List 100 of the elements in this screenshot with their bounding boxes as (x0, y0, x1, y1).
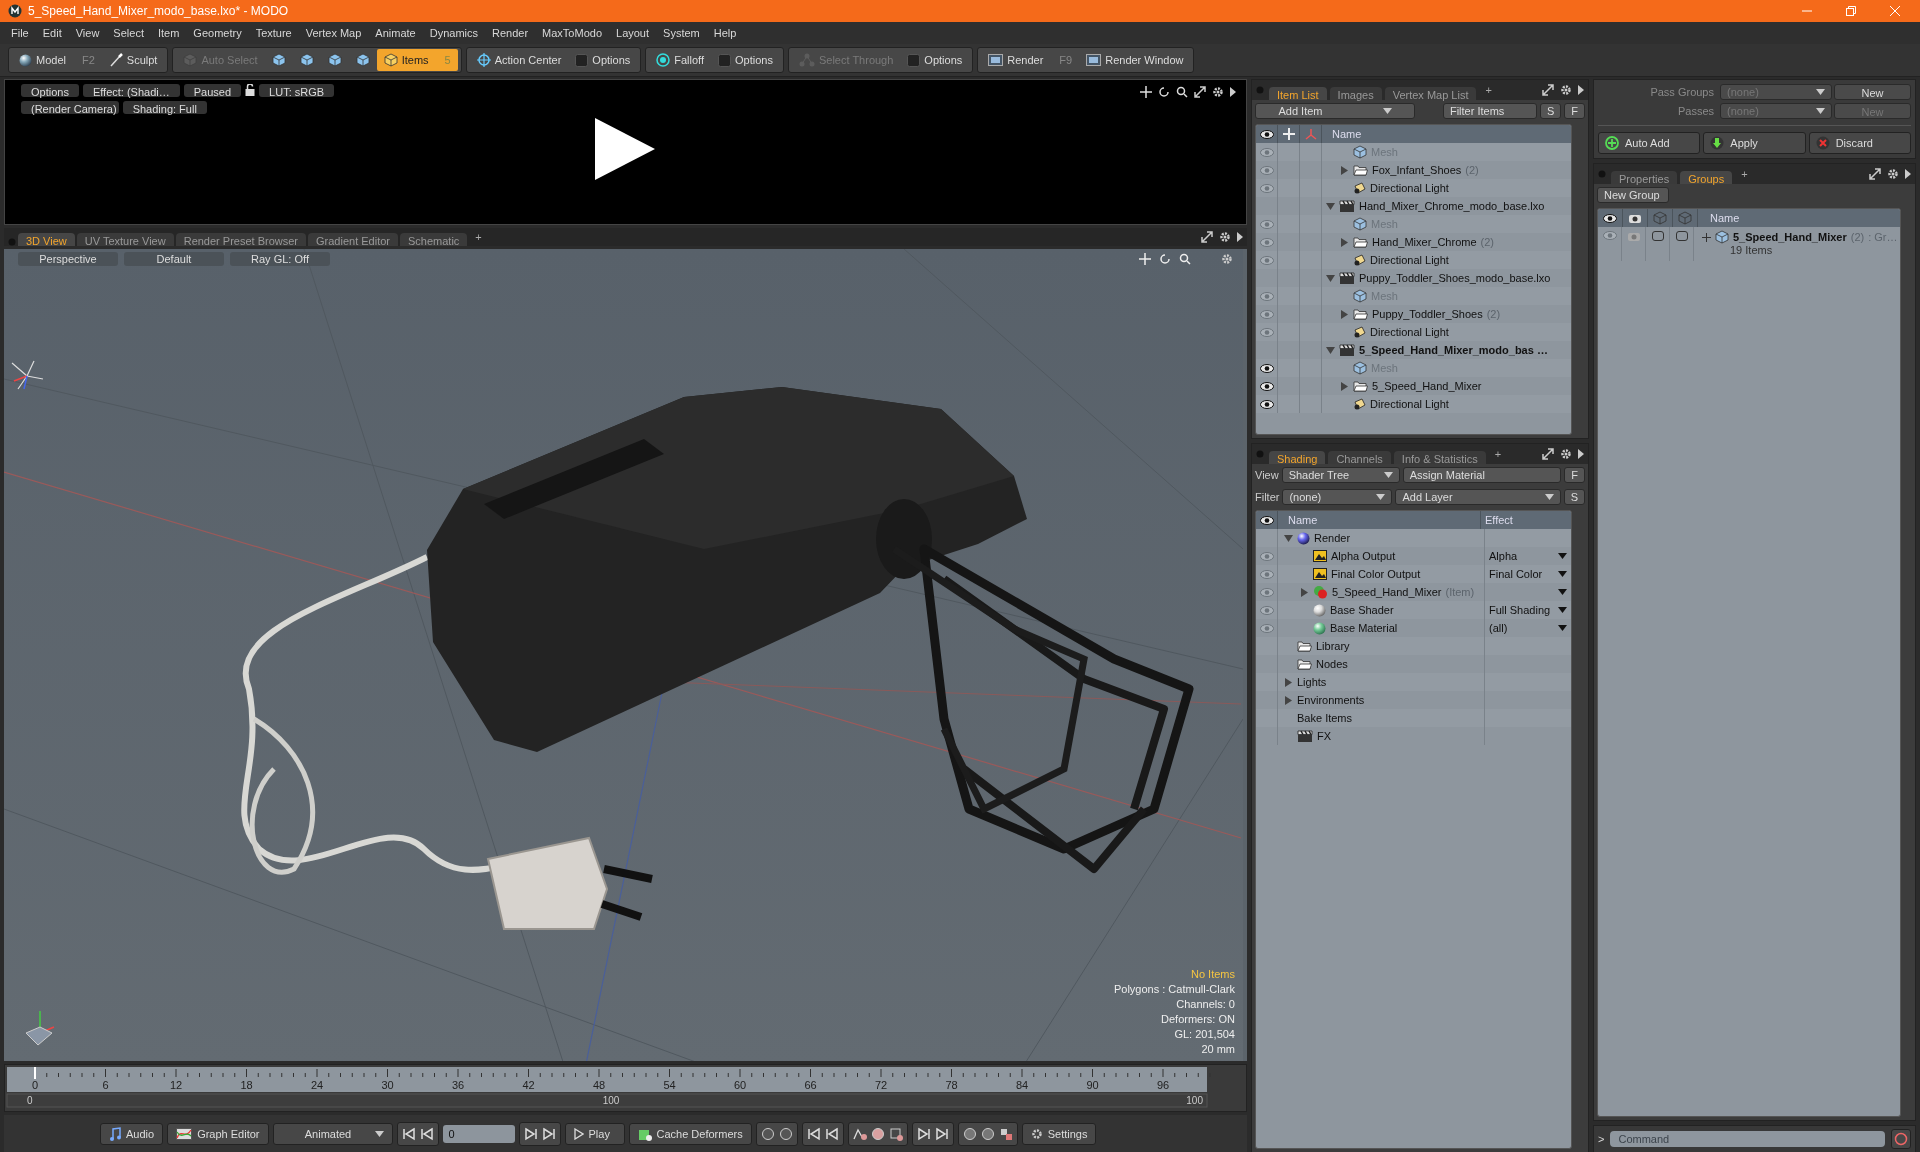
settings-icon[interactable] (1887, 168, 1899, 180)
panel-tab[interactable]: Info & Statistics (1393, 451, 1486, 464)
expand-arrow-icon[interactable] (1340, 381, 1349, 391)
collapse-arrow-icon[interactable] (1326, 201, 1335, 211)
settings-icon[interactable] (1560, 448, 1572, 460)
search-icon[interactable] (1176, 86, 1188, 98)
graph-editor-button[interactable]: Graph Editor (167, 1123, 269, 1145)
options-button[interactable]: Options (900, 49, 970, 71)
collapse-arrow-icon[interactable] (1284, 533, 1293, 543)
cache-deformers-button[interactable]: Cache Deformers (628, 1123, 752, 1145)
preview-option-button[interactable]: Effect: (Shadi… (82, 84, 180, 97)
panel-tab[interactable]: Schematic (400, 233, 468, 246)
dropdown-arrow-icon[interactable] (1558, 607, 1567, 613)
viewport-option-button[interactable]: Default (124, 252, 224, 266)
menu-item[interactable]: Edit (35, 27, 69, 39)
record-button-icon[interactable] (1894, 1132, 1908, 1146)
shader-item-name[interactable]: FX (1317, 730, 1332, 742)
new-group-button[interactable]: New Group (1597, 187, 1669, 203)
previous-key-icon[interactable] (824, 1127, 839, 1141)
key-icon[interactable] (980, 1127, 995, 1141)
key-tag-icon[interactable] (888, 1127, 903, 1141)
menu-item[interactable]: Render (485, 27, 536, 39)
item-name[interactable]: Directional Light (1370, 326, 1449, 338)
expand-arrow-icon[interactable] (1340, 165, 1349, 175)
dropdown-arrow-icon[interactable] (1558, 553, 1567, 559)
menu-item[interactable]: File (4, 27, 36, 39)
expand-arrow-icon[interactable] (1284, 677, 1293, 687)
dropdown-arrow-icon[interactable] (1558, 625, 1567, 631)
shader-item-name[interactable]: Base Material (1330, 622, 1398, 634)
menu-item[interactable]: Geometry (186, 27, 249, 39)
render-button[interactable]: Render F9 (981, 49, 1080, 71)
panel-tab[interactable]: Properties (1611, 171, 1678, 184)
render-window-button[interactable]: Render Window (1079, 49, 1191, 71)
panel-tab[interactable]: Channels (1328, 451, 1391, 464)
expand-arrow-icon[interactable] (1284, 695, 1293, 705)
assign-material-button[interactable]: Assign Material (1402, 467, 1562, 483)
key-icon[interactable] (962, 1127, 977, 1141)
panel-tab[interactable]: Vertex Map List (1384, 87, 1477, 100)
items-mode-button[interactable]: Items 5 (376, 49, 458, 71)
plus-icon[interactable] (1702, 232, 1711, 242)
sculpt-mode-button[interactable]: Sculpt (101, 49, 165, 71)
panel-tab[interactable]: Item List (1269, 87, 1327, 100)
expand-arrow-icon[interactable] (1300, 587, 1309, 597)
audio-button[interactable]: Audio (100, 1123, 164, 1145)
shader-item-name[interactable]: Environments (1297, 694, 1365, 706)
panel-menu-icon[interactable] (1578, 449, 1584, 459)
shader-item-name[interactable]: Final Color Output (1331, 568, 1421, 580)
menu-item[interactable]: Help (706, 27, 744, 39)
collapse-arrow-icon[interactable] (1326, 273, 1335, 283)
animation-mode-dropdown[interactable]: Animated (272, 1123, 393, 1145)
play-icon[interactable] (593, 116, 657, 182)
settings-icon[interactable] (1219, 231, 1231, 243)
add-tab-button[interactable]: + (1488, 448, 1508, 460)
dropdown-arrow-icon[interactable] (1558, 589, 1567, 595)
panel-tab[interactable]: UV Texture View (76, 233, 174, 246)
eye-icon[interactable] (1259, 381, 1274, 391)
item-name[interactable]: Directional Light (1370, 398, 1449, 410)
expand-arrow-icon[interactable] (1340, 309, 1349, 319)
s-button[interactable]: S (1563, 489, 1585, 505)
square-key-icon[interactable] (998, 1127, 1013, 1141)
restore-icon[interactable] (1846, 6, 1856, 16)
new-button[interactable]: New (1834, 84, 1911, 100)
last-frame-icon[interactable] (541, 1127, 556, 1141)
rotate-icon[interactable] (1158, 86, 1170, 98)
falloff-button[interactable]: Falloff (649, 49, 712, 71)
item-name[interactable]: Puppy_Toddler_Shoes (1372, 308, 1483, 320)
shader-item-name[interactable]: Nodes (1316, 658, 1348, 670)
command-field[interactable]: Command (1610, 1131, 1885, 1147)
eye-icon[interactable] (1259, 129, 1274, 139)
menu-item[interactable]: View (68, 27, 107, 39)
settings-icon[interactable] (1560, 84, 1572, 96)
next-key-icon[interactable] (916, 1127, 931, 1141)
view-dropdown[interactable]: Shader Tree (1281, 467, 1400, 483)
panel-menu-icon[interactable] (1230, 87, 1236, 97)
menu-item[interactable]: Dynamics (422, 27, 485, 39)
close-icon[interactable] (1890, 6, 1900, 16)
add-layer-dropdown[interactable]: Add Layer (1395, 489, 1561, 505)
panel-menu-icon[interactable] (1905, 169, 1911, 179)
play-button[interactable]: Play (564, 1123, 625, 1145)
shader-item-name[interactable]: Library (1316, 640, 1350, 652)
next-key-icon[interactable] (934, 1127, 949, 1141)
model-mode-button[interactable]: Model F2 (12, 49, 102, 71)
auto-add-button[interactable]: Auto Add (1598, 132, 1701, 154)
maximize-icon[interactable] (1542, 84, 1554, 96)
item-name[interactable]: Directional Light (1370, 182, 1449, 194)
add-tab-button[interactable]: + (1735, 168, 1754, 180)
checkbox-icon[interactable] (1675, 231, 1688, 241)
first-frame-icon[interactable] (401, 1127, 416, 1141)
eye-icon[interactable] (1259, 399, 1274, 409)
f-button[interactable]: F (1564, 467, 1585, 483)
viewport-option-button[interactable]: Perspective (18, 252, 118, 266)
menu-item[interactable]: Animate (368, 27, 423, 39)
discard-button[interactable]: Discard (1808, 132, 1911, 154)
key-icon[interactable] (760, 1127, 775, 1141)
preview-option-button[interactable]: Options (21, 84, 79, 97)
next-frame-icon[interactable] (523, 1127, 538, 1141)
action-center-button[interactable]: Action Center (469, 49, 569, 71)
shader-item-name[interactable]: Alpha Output (1331, 550, 1396, 562)
shader-item-name[interactable]: 5_Speed_Hand_Mixer (1332, 586, 1442, 598)
panel-tab[interactable]: 3D View (18, 233, 75, 246)
